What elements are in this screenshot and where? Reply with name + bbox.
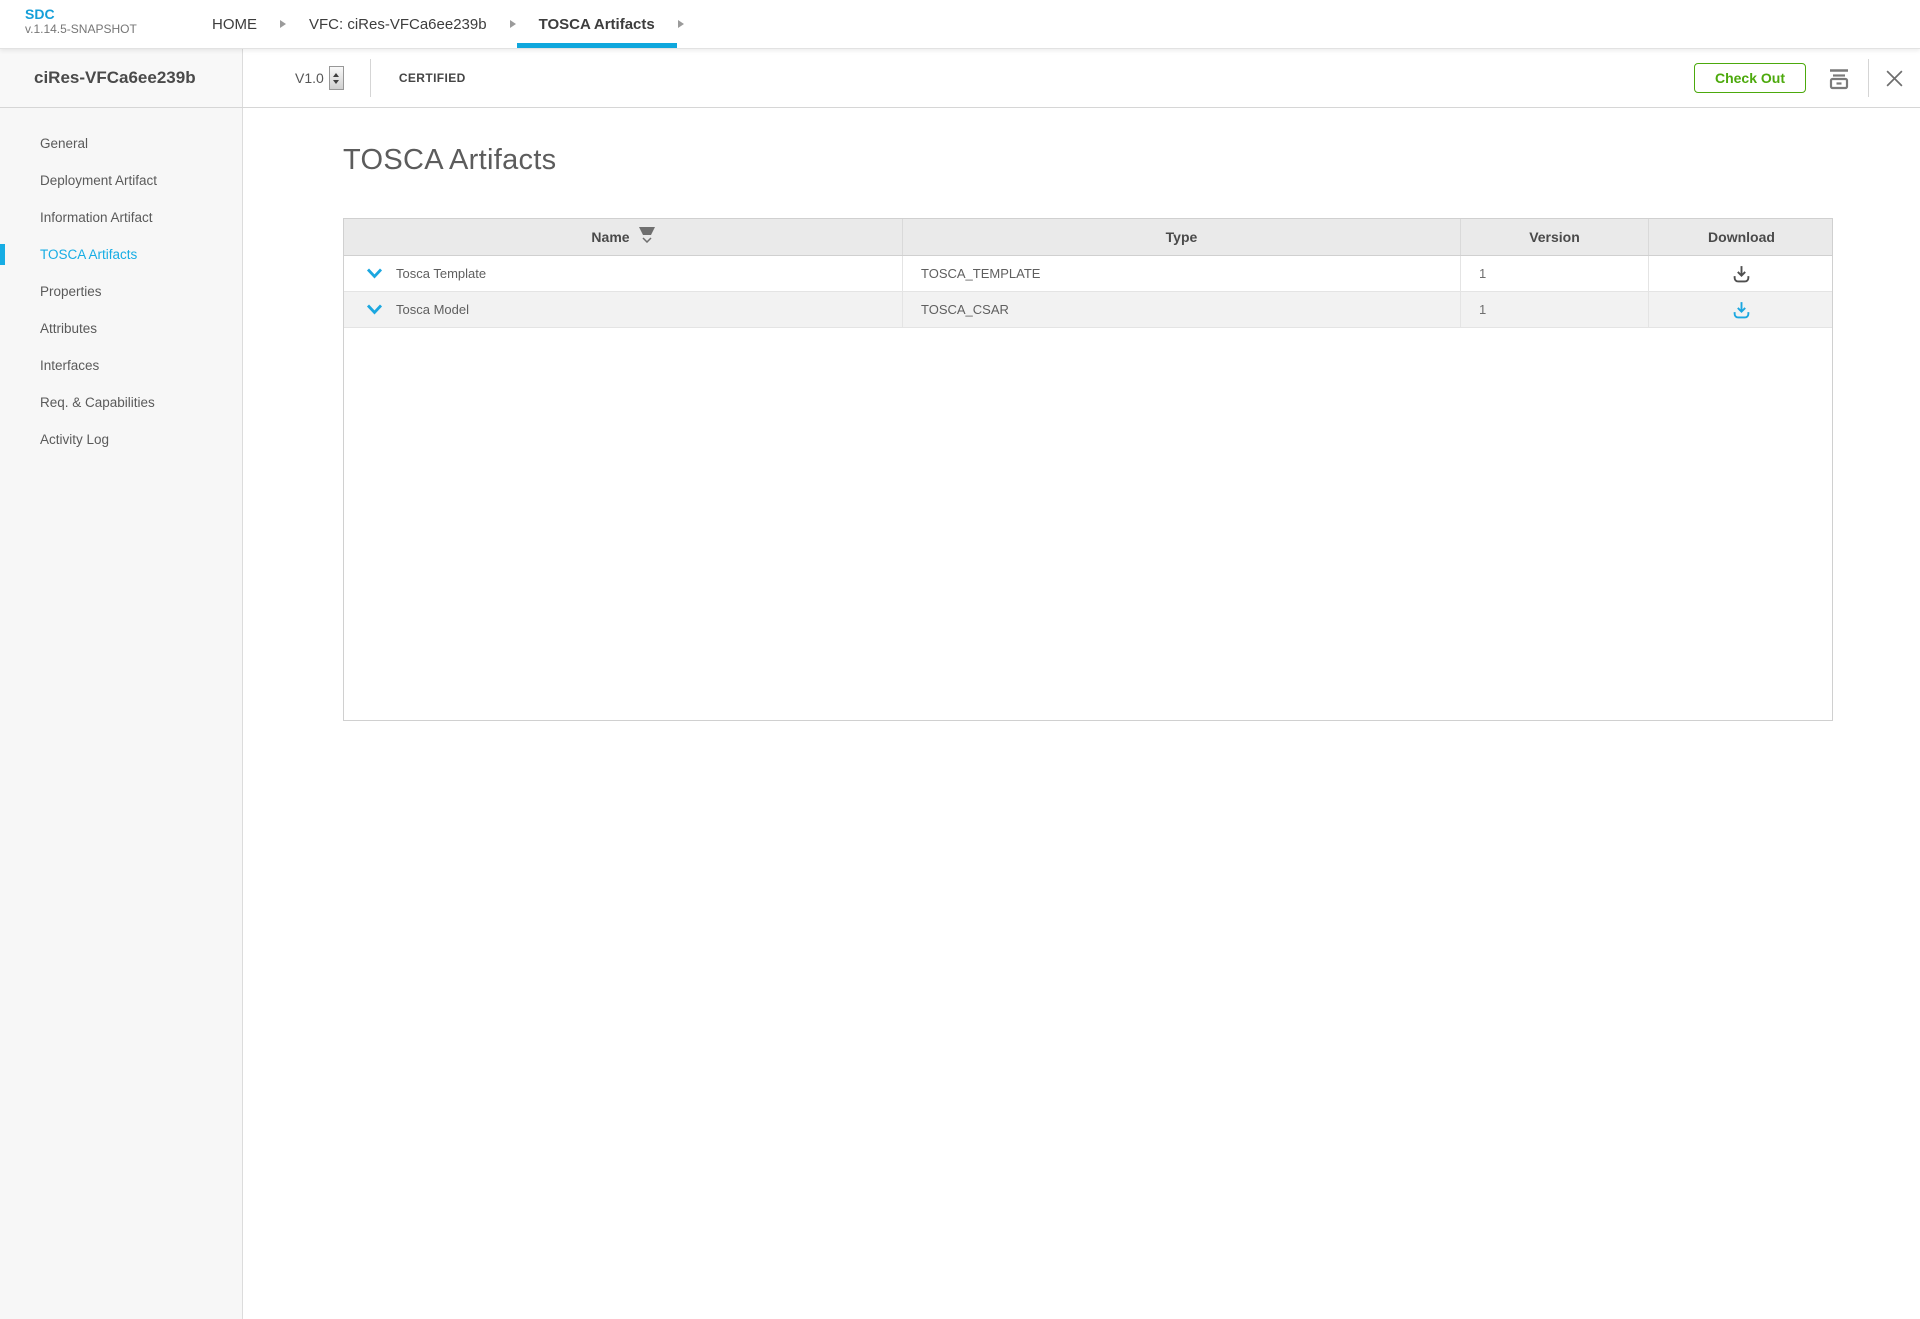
print-icon [1826,66,1852,91]
column-header-name[interactable]: Name [344,219,902,255]
table-row-tosca-template[interactable]: Tosca Template TOSCA_TEMPLATE 1 [344,256,1832,292]
spinner-up-arrow-icon [333,73,339,77]
component-title: ciRes-VFCa6ee239b [34,68,196,88]
content-area: General Deployment Artifact Information … [0,108,1920,1319]
divider [370,59,371,97]
breadcrumb: HOME VFC: ciRes-VFCa6ee239b TOSCA Artifa… [190,0,685,48]
sidebar-item-information-artifact[interactable]: Information Artifact [0,199,242,236]
sidebar-item-label: Information Artifact [40,210,153,225]
active-indicator [0,244,5,265]
download-icon [1732,264,1751,283]
sidebar-item-general[interactable]: General [0,125,242,162]
divider [1868,59,1869,97]
sidebar-item-deployment-artifact[interactable]: Deployment Artifact [0,162,242,199]
breadcrumb-home[interactable]: HOME [190,0,279,48]
check-out-button[interactable]: Check Out [1694,63,1806,93]
column-header-download: Download [1648,219,1834,255]
brand-name: SDC [25,7,190,22]
artifact-type-cell: TOSCA_TEMPLATE [902,256,1460,291]
sidebar-item-tosca-artifacts[interactable]: TOSCA Artifacts [0,236,242,273]
sidebar-item-label: Deployment Artifact [40,173,157,188]
active-tab-underline [517,43,677,48]
download-button[interactable] [1732,264,1751,283]
chevron-down-icon [366,304,383,315]
artifact-download-cell [1648,256,1834,291]
sidebar-item-label: Attributes [40,321,97,336]
brand-version: v.1.14.5-SNAPSHOT [25,22,190,36]
breadcrumb-arrow-icon [678,20,684,28]
spinner-down-arrow-icon [333,80,339,84]
table-header-row: Name Type Version Download [344,219,1832,256]
breadcrumb-tosca-artifacts[interactable]: TOSCA Artifacts [517,0,677,48]
artifact-name-cell: Tosca Model [344,292,902,327]
breadcrumb-active-label: TOSCA Artifacts [539,16,655,33]
sidebar-item-attributes[interactable]: Attributes [0,310,242,347]
sdc-logo: SDC v.1.14.5-SNAPSHOT [0,0,190,48]
column-header-label: Name [591,229,629,245]
artifact-version: 1 [1479,266,1486,281]
main-panel: TOSCA Artifacts Name Type Version [243,108,1920,1319]
sidebar-item-activity-log[interactable]: Activity Log [0,421,242,458]
sidebar-item-label: Properties [40,284,102,299]
close-button[interactable] [1885,69,1904,88]
column-header-label: Download [1708,229,1775,245]
sidebar-item-label: Req. & Capabilities [40,395,155,410]
sidebar-item-label: General [40,136,88,151]
top-nav-bar: SDC v.1.14.5-SNAPSHOT HOME VFC: ciRes-VF… [0,0,1920,49]
artifact-type: TOSCA_TEMPLATE [921,266,1040,281]
sidebar-item-label: TOSCA Artifacts [40,247,137,262]
column-header-type: Type [902,219,1460,255]
column-header-label: Type [1166,229,1198,245]
table-empty-space [344,328,1832,720]
breadcrumb-arrow-icon [510,20,516,28]
sidebar-menu: General Deployment Artifact Information … [0,108,243,1319]
artifact-version: 1 [1479,302,1486,317]
sidebar-item-properties[interactable]: Properties [0,273,242,310]
sidebar-item-req-capabilities[interactable]: Req. & Capabilities [0,384,242,421]
version-selector[interactable]: V1.0 [295,66,344,90]
sidebar-item-interfaces[interactable]: Interfaces [0,347,242,384]
breadcrumb-arrow-icon [280,20,286,28]
version-label: V1.0 [295,70,324,86]
sort-icon [639,227,655,243]
component-header-bar: ciRes-VFCa6ee239b V1.0 CERTIFIED Check O… [0,49,1920,108]
sort-funnel-icon [639,227,655,235]
print-button[interactable] [1826,66,1852,91]
close-icon [1885,69,1904,88]
tosca-artifacts-table: Name Type Version Download [343,218,1833,721]
artifact-name-cell: Tosca Template [344,256,902,291]
artifact-type: TOSCA_CSAR [921,302,1009,317]
expand-row-button[interactable] [366,304,383,315]
chevron-down-icon [366,268,383,279]
table-row-tosca-model[interactable]: Tosca Model TOSCA_CSAR 1 [344,292,1832,328]
artifact-download-cell [1648,292,1834,327]
artifact-name: Tosca Template [396,266,486,281]
sidebar-item-label: Activity Log [40,432,109,447]
artifact-name: Tosca Model [396,302,469,317]
sort-caret-icon [642,237,652,243]
expand-row-button[interactable] [366,268,383,279]
artifact-version-cell: 1 [1460,256,1648,291]
download-button[interactable] [1732,300,1751,319]
page-title: TOSCA Artifacts [343,144,1920,177]
version-spinner-icon[interactable] [329,66,344,90]
component-title-panel: ciRes-VFCa6ee239b [0,49,243,107]
download-icon [1732,300,1751,319]
column-header-version: Version [1460,219,1648,255]
breadcrumb-vfc[interactable]: VFC: ciRes-VFCa6ee239b [287,0,509,48]
column-header-label: Version [1529,229,1580,245]
sidebar-item-label: Interfaces [40,358,99,373]
component-header-actions: V1.0 CERTIFIED Check Out [243,49,1920,107]
lifecycle-state-badge: CERTIFIED [399,71,466,85]
artifact-version-cell: 1 [1460,292,1648,327]
artifact-type-cell: TOSCA_CSAR [902,292,1460,327]
